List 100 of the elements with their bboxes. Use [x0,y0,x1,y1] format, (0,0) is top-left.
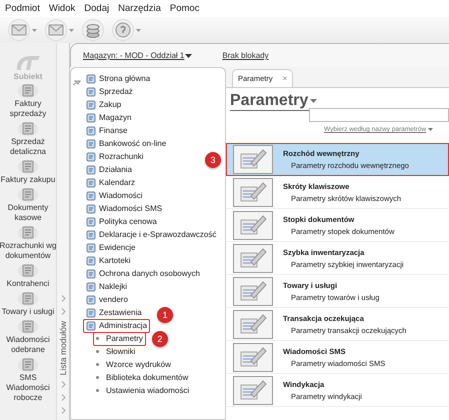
shortcut-button[interactable]: Dokumenty kasowe [0,186,56,223]
module-icon [86,86,96,96]
close-tab-button[interactable]: × [282,74,288,83]
shortcut-button[interactable]: Wiadomości odebrane [0,318,56,355]
module-icon [86,256,96,266]
module-icon [86,190,96,200]
module-icon [86,112,96,122]
module-icon [86,294,96,304]
module-icon [86,320,96,330]
document-pen-icon [233,343,273,372]
document-pen-icon [233,178,273,207]
tree-item[interactable]: Strona główna [83,72,154,86]
document-stack-icon [17,224,39,241]
shortcut-button[interactable]: Faktury zakupu [0,158,56,185]
tree-item[interactable]: Kalendarz [83,176,138,190]
caret-icon [136,28,141,32]
envelope-icon [48,24,64,36]
bullet-icon [96,350,99,353]
toolbar-button[interactable] [82,19,104,41]
lock-status-link[interactable]: Brak blokady [222,51,269,60]
tree-item[interactable]: Zestawienia [83,306,145,320]
tree-item[interactable]: Ustawienia wiadomości [93,384,192,398]
pin-icon[interactable] [73,80,81,86]
caret-icon [69,28,74,32]
module-icon [86,152,96,162]
tree-item[interactable]: Ochrona danych osobowych [83,266,203,280]
tree-item[interactable]: Naklejki [83,280,130,294]
tree-item[interactable]: Wiadomości SMS [83,202,166,216]
document-pen-icon [233,211,273,240]
tree-item[interactable]: Magazyn [83,110,134,124]
document-pen-icon [233,310,273,339]
bullet-icon [96,389,99,392]
module-icon [86,204,96,214]
help-icon [115,22,131,38]
document-stack-icon [17,318,39,335]
menu-item[interactable]: Narzędzia [118,3,161,14]
module-icon [86,138,96,148]
tree-item[interactable]: Wiadomości [83,188,146,202]
menu-item[interactable]: Widok [48,3,76,14]
search-field[interactable] [309,108,449,122]
bullet-icon [96,376,99,379]
tree-item[interactable]: Administracja [83,318,150,332]
document-stack-icon [17,262,39,279]
tree-item[interactable]: Parametry [93,332,146,346]
toolbar-button[interactable] [112,19,141,41]
document-pen-icon [233,277,273,306]
document-stack-icon [17,120,39,137]
caret-icon [310,99,318,103]
tree-item[interactable]: Rozrachunki [83,150,146,164]
module-icon [86,216,96,226]
tree-item[interactable]: Sprzedaż [83,84,136,98]
toolbar-button[interactable] [45,19,74,41]
coin-stack-icon [86,22,100,38]
module-icon [86,268,96,278]
document-stack-icon [17,158,39,175]
caret-icon [185,54,192,58]
logo-icon [14,54,42,72]
tree-item[interactable]: Bankowość on-line [83,136,170,150]
module-icon [86,178,96,188]
menu-item[interactable]: Podmiot [5,3,40,14]
document-pen-icon [233,376,273,405]
warehouse-link[interactable]: Magazyn: - MOD - Oddział 1 [83,51,192,60]
module-icon [86,126,96,136]
tree-item[interactable]: Działania [83,162,135,176]
document-stack-icon [17,290,39,307]
shortcut-button[interactable]: Faktury sprzedaży [0,82,56,119]
module-icon [86,282,96,292]
tree-item[interactable]: Słowniki [93,344,138,358]
module-icon [86,308,96,318]
toolbar-button[interactable] [8,19,37,41]
tree-item[interactable]: Ewidencje [83,240,138,254]
module-icon [86,74,96,84]
module-list-label[interactable]: Lista modułów [58,320,68,375]
caret-icon [428,128,434,131]
tree-item[interactable]: Finanse [83,124,130,138]
shortcut-button[interactable]: Kontrahenci [0,262,56,289]
tree-item[interactable]: vendero [83,292,131,306]
module-icon [86,242,96,252]
tree-item[interactable]: Kartoteki [83,254,134,268]
module-icon [86,100,96,110]
tree-item[interactable]: Polityka cenowa [83,214,160,228]
shortcut-button[interactable]: Towary i usługi [0,290,56,317]
document-stack-icon [17,356,39,373]
caret-icon [32,28,37,32]
bullet-icon [96,363,99,366]
menu-item[interactable]: Pomoc [170,3,200,14]
tree-item[interactable]: Deklaracje i e-Sprawozdawczość [83,228,220,242]
document-pen-icon [233,244,273,273]
module-icon [86,230,96,240]
shortcut-button[interactable]: Sprzedaż detaliczna [0,120,56,157]
tree-item[interactable]: Biblioteka dokumentów [93,370,192,384]
envelope-icon [11,24,27,36]
module-icon [86,164,96,174]
tree-item[interactable]: Zakup [83,98,124,112]
shortcut-button[interactable]: SMS Wiadomości robocze [0,356,56,403]
shortcut-button[interactable]: Rozrachunki wg dokumentów [0,224,56,261]
document-stack-icon [17,186,39,203]
menu-item[interactable]: Dodaj [84,3,110,14]
tree-item[interactable]: Wzorce wydruków [93,358,174,372]
document-stack-icon [17,82,39,99]
